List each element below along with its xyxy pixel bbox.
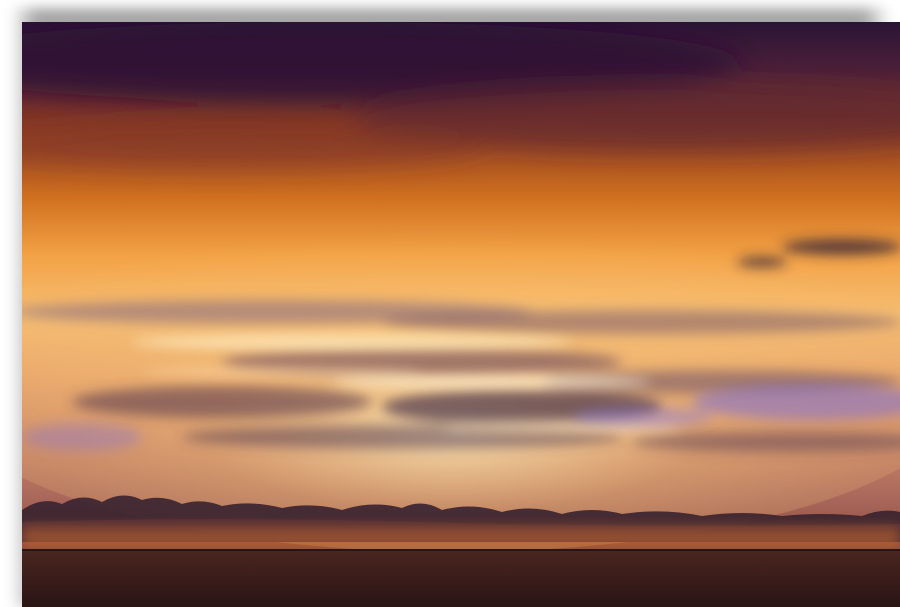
sea xyxy=(22,550,900,607)
photo-frame xyxy=(0,0,900,607)
horizon-glow xyxy=(22,527,900,549)
sunset-illustration xyxy=(22,22,900,607)
sunset-photo xyxy=(22,22,900,607)
